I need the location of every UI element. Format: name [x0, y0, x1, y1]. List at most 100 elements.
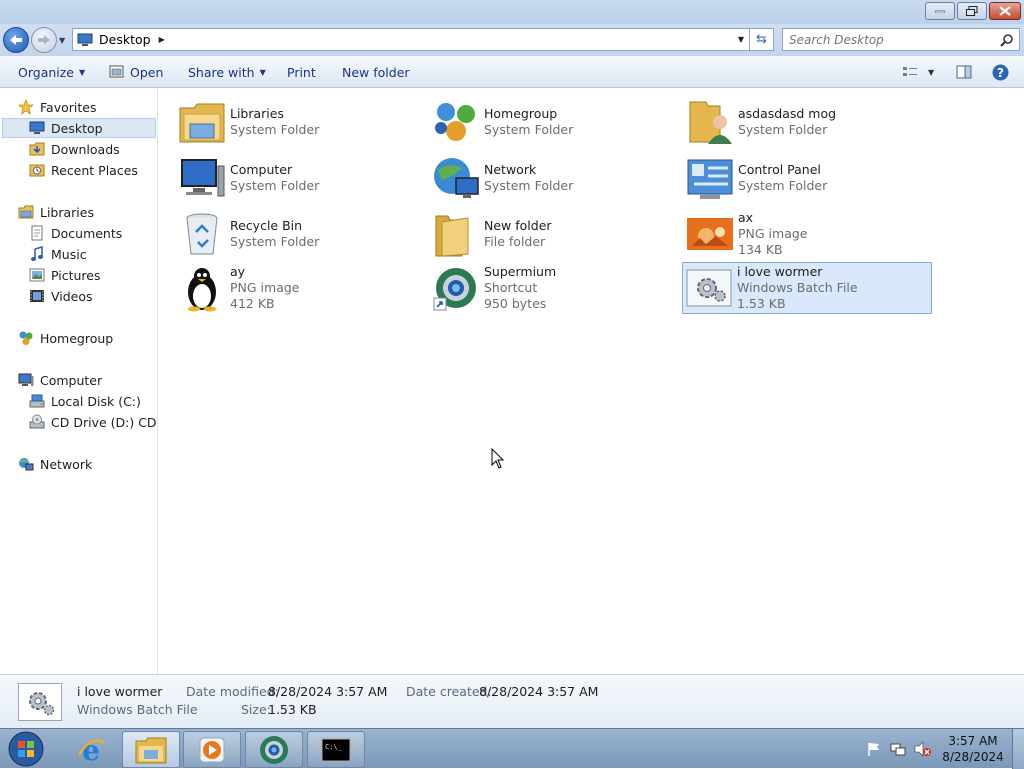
address-location[interactable]: Desktop [99, 32, 151, 47]
svg-text:?: ? [997, 66, 1004, 80]
system-clock[interactable]: 3:57 AM 8/28/2024 [940, 733, 1006, 765]
share-with-button[interactable]: Share with ▼ [188, 56, 266, 88]
supermium-icon [432, 264, 480, 312]
nav-item-downloads[interactable]: Downloads [29, 139, 120, 159]
computer-icon [18, 373, 34, 386]
nav-item-cd-drive[interactable]: CD Drive (D:) CDROM [29, 412, 157, 432]
tray-action-center-icon[interactable] [866, 741, 882, 760]
search-icon[interactable] [1000, 33, 1014, 47]
tray-volume-muted-icon[interactable] [914, 741, 932, 760]
file-item-computer[interactable]: Computer System Folder [176, 152, 426, 204]
change-view-button[interactable]: ▼ [902, 56, 934, 88]
nav-network[interactable]: Network [18, 454, 92, 474]
tray-network-icon[interactable] [890, 741, 906, 760]
network-icon [19, 458, 34, 471]
navigation-pane: Favorites Desktop Downloads Recent Place… [0, 88, 158, 674]
control-panel-icon [686, 154, 734, 202]
file-item-network[interactable]: Network System Folder [430, 152, 680, 204]
address-dropdown-icon[interactable]: ▼ [738, 35, 744, 44]
nav-item-music[interactable]: Music [29, 244, 87, 264]
libraries-icon [18, 205, 34, 219]
file-item-ax[interactable]: ax PNG image 134 KB [684, 208, 934, 260]
taskbar-internet-explorer[interactable]: e [62, 731, 120, 768]
help-button[interactable]: ? [992, 56, 1009, 88]
nav-network-label: Network [40, 456, 93, 472]
taskbar-supermium[interactable] [245, 731, 303, 768]
nav-item-pictures[interactable]: Pictures [29, 265, 101, 285]
start-button[interactable] [4, 731, 48, 767]
file-name: Libraries [230, 106, 284, 121]
file-size: 1.53 KB [737, 296, 786, 311]
details-pane: i love wormer Windows Batch File Date mo… [0, 674, 1024, 728]
media-player-icon [199, 737, 225, 762]
back-button[interactable] [3, 27, 29, 53]
recycle-bin-icon [178, 210, 226, 258]
nav-item-recent-places[interactable]: Recent Places [29, 160, 138, 180]
print-label: Print [287, 64, 316, 80]
preview-pane-button[interactable] [956, 56, 972, 88]
title-bar[interactable] [0, 0, 1024, 24]
file-item-libraries[interactable]: Libraries System Folder [176, 96, 426, 148]
nav-computer[interactable]: Computer [18, 370, 102, 390]
new-folder-button[interactable]: New folder [342, 56, 410, 88]
music-icon [31, 246, 43, 261]
taskbar: e C:\_ 3:57 AM 8/28/2024 [0, 728, 1024, 769]
nav-item-label: Downloads [51, 141, 120, 157]
nav-item-label: Videos [51, 288, 93, 304]
nav-computer-label: Computer [40, 372, 103, 388]
view-chevron-icon: ▼ [928, 67, 935, 77]
nav-item-label: Desktop [51, 120, 103, 136]
details-modified-value: 8/28/2024 3:57 AM [268, 684, 388, 699]
file-item-i-love-wormer[interactable]: i love wormer Windows Batch File 1.53 KB [682, 262, 932, 314]
close-button[interactable] [989, 2, 1021, 20]
print-button[interactable]: Print [287, 56, 316, 88]
minimize-button[interactable] [925, 2, 955, 20]
address-separator-icon[interactable]: ▶ [159, 35, 165, 44]
organize-chevron-icon: ▼ [79, 67, 86, 77]
file-type: System Folder [738, 178, 828, 193]
view-options-icon [903, 67, 917, 76]
file-item-user-folder[interactable]: asdasdasd mog System Folder [684, 96, 934, 148]
search-box [782, 28, 1020, 51]
file-item-homegroup[interactable]: Homegroup System Folder [430, 96, 680, 148]
taskbar-cmd[interactable]: C:\_ [307, 731, 365, 768]
address-bar[interactable]: Desktop ▶ ▼ [72, 28, 750, 51]
nav-favorites[interactable]: Favorites [18, 97, 96, 117]
pictures-icon [29, 268, 45, 282]
explorer-window: ▼ Desktop ▶ ▼ ⇆ Organize ▼ Open Share wit… [0, 0, 1024, 728]
refresh-button[interactable]: ⇆ [750, 28, 774, 51]
nav-item-local-disk[interactable]: Local Disk (C:) [29, 391, 141, 411]
cd-drive-icon [29, 414, 45, 429]
recent-pages-chevron-icon[interactable]: ▼ [59, 36, 65, 45]
nav-homegroup[interactable]: Homegroup [18, 328, 113, 348]
file-name: Computer [230, 162, 293, 177]
details-file-icon [18, 683, 62, 721]
nav-libraries[interactable]: Libraries [18, 202, 94, 222]
forward-button[interactable] [31, 27, 57, 53]
file-name: ax [738, 210, 754, 225]
search-input[interactable] [789, 32, 989, 47]
nav-item-documents[interactable]: Documents [29, 223, 122, 243]
file-item-control-panel[interactable]: Control Panel System Folder [684, 152, 934, 204]
file-item-ay[interactable]: ay PNG image 412 KB [176, 262, 426, 314]
open-button[interactable]: Open [109, 56, 163, 88]
file-name: Supermium [484, 264, 557, 279]
nav-libraries-label: Libraries [40, 204, 94, 220]
file-type: System Folder [484, 122, 574, 137]
file-type: System Folder [230, 178, 320, 193]
nav-item-desktop[interactable]: Desktop [2, 118, 156, 138]
organize-button[interactable]: Organize ▼ [18, 56, 85, 88]
show-desktop-button[interactable] [1012, 729, 1024, 769]
file-item-supermium[interactable]: Supermium Shortcut 950 bytes [430, 262, 680, 314]
command-bar: Organize ▼ Open Share with ▼ Print New fol… [0, 56, 1024, 88]
file-name: i love wormer [737, 264, 823, 279]
restore-button[interactable] [957, 2, 987, 20]
taskbar-media-player[interactable] [183, 731, 241, 768]
details-size-label: Size: [241, 702, 271, 717]
file-item-new-folder[interactable]: New folder File folder [430, 208, 680, 260]
internet-explorer-icon: e [77, 735, 105, 765]
taskbar-explorer[interactable] [122, 731, 180, 768]
file-type: PNG image [738, 226, 808, 241]
nav-item-videos[interactable]: Videos [29, 286, 93, 306]
file-item-recycle-bin[interactable]: Recycle Bin System Folder [176, 208, 426, 260]
